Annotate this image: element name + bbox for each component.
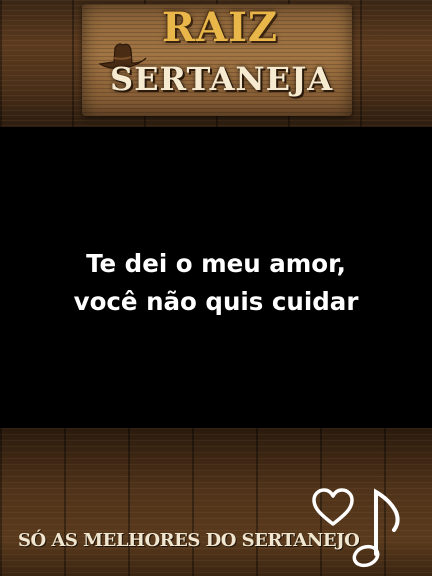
wood-header-panel: RAIZ SERTANEJA: [0, 0, 432, 127]
lyrics-line-2: você não quis cuidar: [73, 287, 359, 316]
video-frame: RAIZ SERTANEJA Te dei o meu amor, você n…: [0, 0, 432, 576]
logo-title-sertaneja: SERTANEJA: [110, 60, 334, 98]
logo-title-raiz: RAIZ: [161, 4, 279, 51]
music-note-icon: [352, 488, 400, 568]
tagline: SÓ AS MELHORES DO SERTANEJO: [18, 530, 360, 551]
lyrics-line-1: Te dei o meu amor,: [86, 249, 346, 278]
lyrics-caption: Te dei o meu amor, você não quis cuidar: [0, 245, 432, 321]
